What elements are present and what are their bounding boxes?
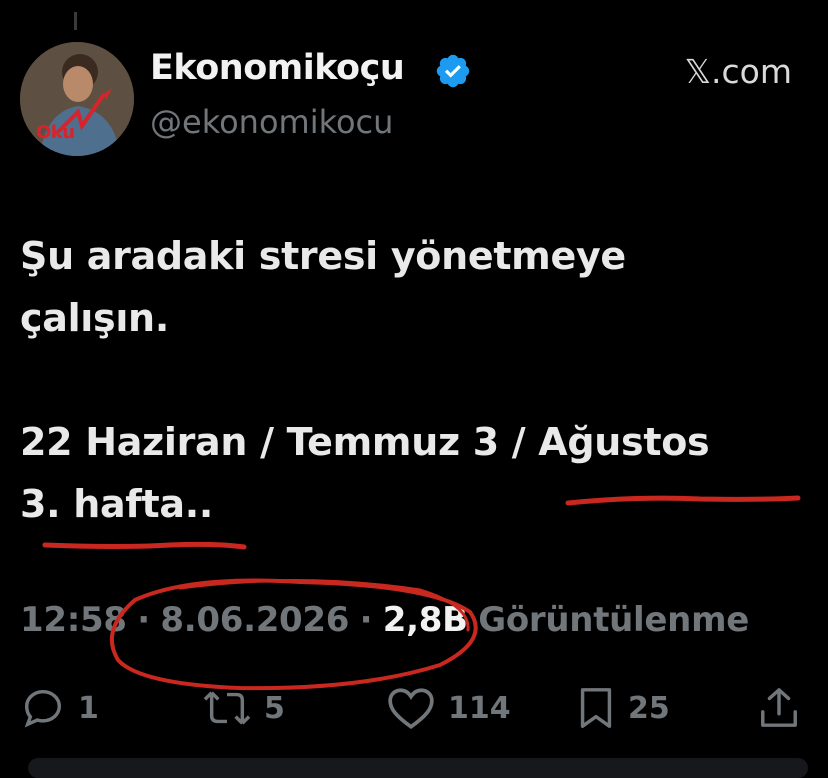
bookmark-icon: [580, 688, 612, 728]
like-count: 114: [448, 690, 511, 726]
like-button[interactable]: 114: [386, 682, 511, 734]
source-watermark: 𝕏.com: [684, 52, 792, 91]
tweet-time[interactable]: 12:58: [20, 600, 127, 640]
like-icon: [388, 688, 434, 730]
tweet-text: Şu aradaki stresi yönetmeye çalışın. 22 …: [20, 234, 710, 526]
meta-separator: ·: [359, 600, 373, 640]
reply-composer-bar[interactable]: [28, 758, 808, 778]
share-button[interactable]: [758, 682, 800, 734]
share-icon: [761, 688, 797, 727]
meta-separator: ·: [137, 600, 150, 640]
tweet-meta: 12:58 · 8.06.2026 · 2,8B Görüntülenme: [20, 600, 749, 640]
underline-hafta: [42, 541, 247, 550]
author-handle[interactable]: @ekonomikocu: [150, 103, 393, 141]
verified-badge-icon: [436, 54, 470, 88]
retweet-button[interactable]: 5: [202, 682, 285, 734]
bookmark-button[interactable]: 25: [576, 682, 670, 734]
avatar-logo-text: Oku: [36, 122, 75, 143]
retweet-icon: [203, 691, 251, 725]
view-count: 2,8B: [382, 600, 468, 640]
action-bar: 1 5 114 25: [0, 682, 828, 738]
reply-icon: [24, 689, 62, 728]
avatar[interactable]: Oku: [20, 42, 134, 156]
reply-button[interactable]: 1: [20, 682, 99, 734]
view-count-label: Görüntülenme: [478, 600, 749, 640]
retweet-count: 5: [264, 690, 285, 726]
top-divider-tick: [74, 12, 77, 30]
bookmark-count: 25: [628, 690, 670, 726]
tweet-date[interactable]: 8.06.2026: [160, 600, 349, 640]
reply-count: 1: [78, 690, 99, 726]
author-display-name[interactable]: Ekonomikoçu: [150, 48, 405, 88]
